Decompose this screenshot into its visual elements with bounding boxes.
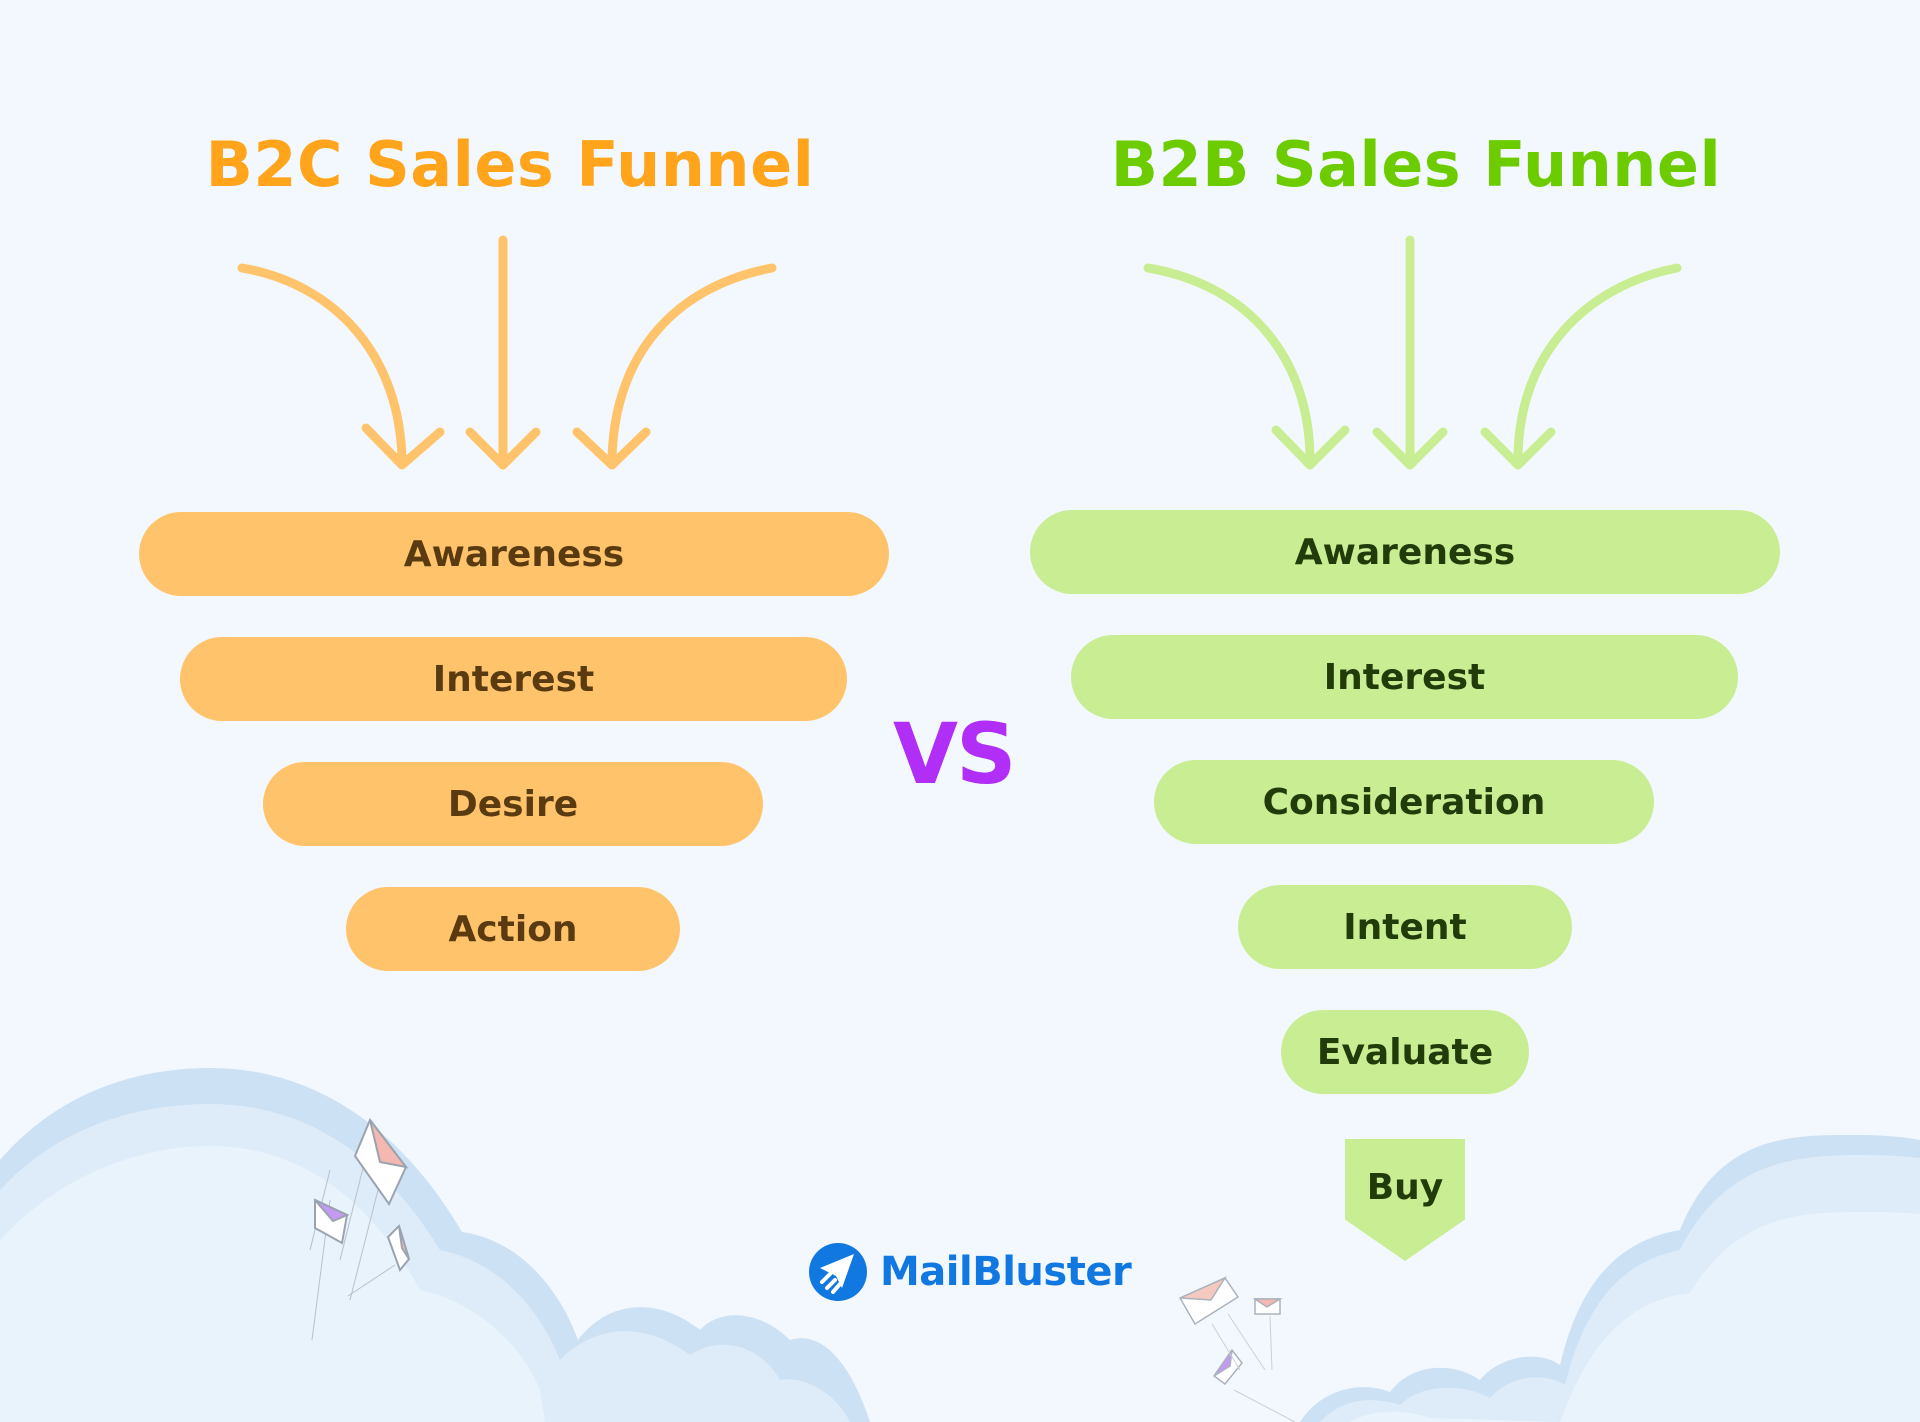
b2b-stage-consideration: Consideration bbox=[1154, 760, 1654, 844]
curved-arrow-right-icon bbox=[1513, 263, 1682, 465]
curved-arrow-right-icon bbox=[607, 263, 777, 465]
b2b-arrows bbox=[1143, 235, 1682, 470]
b2c-stage-awareness: Awareness bbox=[139, 512, 889, 596]
b2b-stage-interest: Interest bbox=[1071, 635, 1738, 719]
b2b-stage-evaluate: Evaluate bbox=[1281, 1010, 1529, 1094]
b2c-stage-desire: Desire bbox=[263, 762, 763, 846]
b2c-title: B2C Sales Funnel bbox=[205, 128, 815, 201]
b2c-arrows bbox=[237, 235, 777, 470]
b2c-stage-interest: Interest bbox=[180, 637, 847, 721]
b2b-stage-intent: Intent bbox=[1238, 885, 1572, 969]
buy-label: Buy bbox=[1366, 1167, 1444, 1208]
paper-plane-icon bbox=[809, 1243, 867, 1301]
brand-logo: MailBluster bbox=[808, 1242, 1132, 1302]
curved-arrow-left-icon bbox=[1143, 263, 1315, 465]
curved-arrow-left-icon bbox=[237, 263, 407, 465]
b2b-stage-awareness: Awareness bbox=[1030, 510, 1780, 594]
b2c-stage-action: Action bbox=[346, 887, 680, 971]
b2b-title: B2B Sales Funnel bbox=[1110, 128, 1722, 201]
brand-name: MailBluster bbox=[880, 1249, 1132, 1295]
vs-label: VS bbox=[893, 705, 1017, 803]
